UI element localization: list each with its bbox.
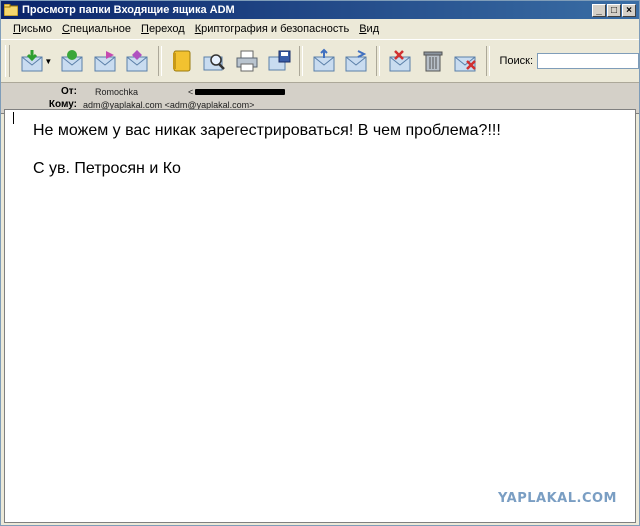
purge-icon xyxy=(454,56,477,72)
search-icon xyxy=(203,54,226,71)
message-line: С ув. Петросян и Ко xyxy=(33,160,181,177)
toolbar-separator xyxy=(157,46,162,76)
get-mail-icon xyxy=(21,50,43,72)
toolbar-separator xyxy=(299,46,304,76)
menu-item-letter[interactable]: Письмо xyxy=(13,23,52,35)
address-book-icon xyxy=(172,50,191,72)
close-button[interactable]: × xyxy=(622,3,636,17)
search-input[interactable] xyxy=(537,53,640,69)
text-cursor xyxy=(13,112,14,124)
move-icon xyxy=(313,48,335,72)
minimize-button[interactable]: _ xyxy=(592,3,606,17)
toolbar-separator xyxy=(376,46,381,76)
window-title: Просмотр папки Входящие ящика ADM xyxy=(22,4,235,16)
reply-button[interactable] xyxy=(56,44,88,78)
menu-item-crypto[interactable]: Криптография и безопасность xyxy=(195,23,349,35)
toolbar-separator xyxy=(485,46,490,76)
watermark: YAPLAKAL.COM xyxy=(498,491,617,506)
find-button[interactable] xyxy=(198,44,230,78)
from-email-prefix: < xyxy=(188,86,194,97)
purge-button[interactable] xyxy=(449,44,481,78)
copy-button[interactable] xyxy=(340,44,372,78)
trash-icon xyxy=(423,51,443,72)
mark-delete-icon xyxy=(389,50,411,72)
print-button[interactable] xyxy=(231,44,263,78)
message-line: Не можем у вас никак зарегестрироваться!… xyxy=(33,122,501,139)
menu-item-view[interactable]: Вид xyxy=(359,23,379,35)
to-value[interactable]: adm@yaplakal.com <adm@yaplakal.com> xyxy=(83,100,254,110)
search-label: Поиск: xyxy=(499,55,534,67)
menu-bar: Письмо Специальное Переход Криптография … xyxy=(1,19,639,39)
toolbar: ▼ Поиск: xyxy=(1,39,640,83)
get-mail-button[interactable] xyxy=(16,44,48,78)
message-body[interactable]: Не можем у вас никак зарегестрироваться!… xyxy=(4,109,636,523)
mark-delete-button[interactable] xyxy=(384,44,416,78)
forward-icon xyxy=(94,51,116,72)
from-name[interactable]: Romochka xyxy=(95,87,138,97)
menu-item-special[interactable]: Специальное xyxy=(62,23,131,35)
trash-button[interactable] xyxy=(417,44,449,78)
maximize-button[interactable]: □ xyxy=(607,3,621,17)
printer-icon xyxy=(236,50,258,72)
from-row: От: Romochka < xyxy=(1,86,286,97)
reply-icon xyxy=(61,50,83,72)
save-icon xyxy=(268,50,291,71)
title-bar[interactable]: Просмотр папки Входящие ящика ADM _ □ × xyxy=(1,1,639,19)
reply-all-icon xyxy=(126,50,148,72)
toolbar-grip[interactable] xyxy=(5,45,10,77)
menu-item-go[interactable]: Переход xyxy=(141,23,185,35)
folder-icon xyxy=(4,4,18,16)
move-button[interactable] xyxy=(307,44,339,78)
reply-all-button[interactable] xyxy=(121,44,153,78)
copy-icon xyxy=(345,50,367,72)
redacted-email xyxy=(195,88,286,95)
mail-window: Просмотр папки Входящие ящика ADM _ □ × … xyxy=(0,0,640,526)
address-book-button[interactable] xyxy=(166,44,198,78)
from-label: От: xyxy=(60,86,77,97)
save-button[interactable] xyxy=(263,44,295,78)
forward-button[interactable] xyxy=(89,44,121,78)
